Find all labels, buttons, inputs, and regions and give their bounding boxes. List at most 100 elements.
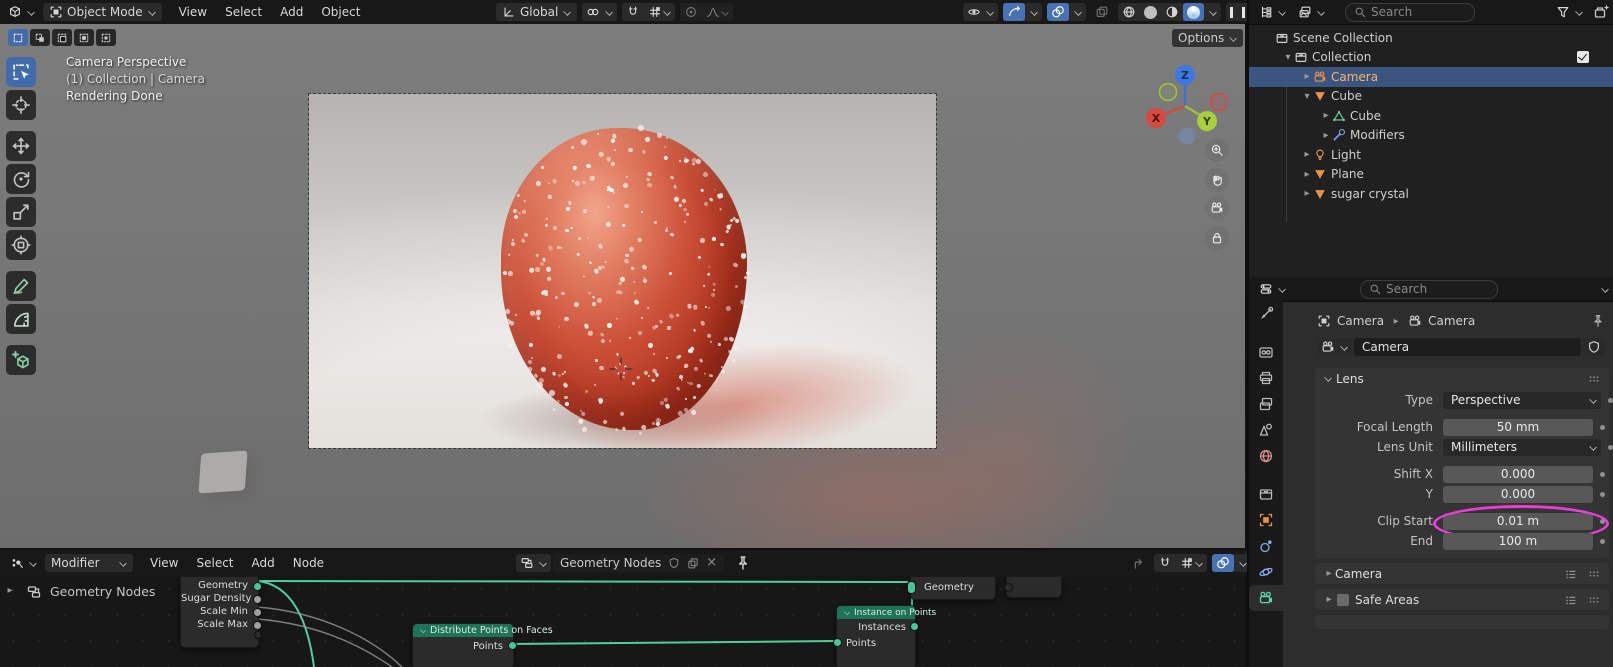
- outliner-search[interactable]: Search: [1345, 3, 1475, 22]
- animate-dot[interactable]: [1608, 398, 1613, 403]
- group-output-node[interactable]: Geometry: [910, 576, 996, 600]
- shift-x-field[interactable]: 0.000: [1443, 466, 1593, 483]
- expand-arrow[interactable]: ▸: [1301, 149, 1313, 160]
- animate-dot[interactable]: [1600, 539, 1605, 544]
- outliner-row-scene-collection[interactable]: Scene Collection: [1249, 28, 1613, 48]
- pan-view-button[interactable]: [1205, 168, 1229, 192]
- properties-tab-world[interactable]: [1249, 443, 1283, 469]
- lens-unit-field[interactable]: Millimeters: [1443, 439, 1601, 456]
- expand-arrow[interactable]: ▸: [1320, 130, 1332, 141]
- outliner-row-sugar-crystal[interactable]: ▸ sugar crystal: [1249, 184, 1613, 204]
- properties-tab-tool[interactable]: [1249, 301, 1283, 327]
- camera-datablock-browse[interactable]: [1317, 338, 1352, 356]
- clip-start-field[interactable]: 0.01 m: [1443, 513, 1593, 530]
- outliner-row-camera[interactable]: ▸ Camera: [1249, 67, 1613, 87]
- select-extend-button[interactable]: [30, 29, 50, 46]
- type-field[interactable]: Perspective: [1443, 392, 1601, 409]
- focal-length-field[interactable]: 50 mm: [1443, 419, 1593, 436]
- pin-icon[interactable]: [735, 555, 751, 571]
- properties-tab-physics[interactable]: [1249, 559, 1283, 585]
- outliner-editor-type-button[interactable]: [1255, 3, 1290, 21]
- outliner-display-mode-button[interactable]: [1294, 3, 1329, 21]
- select-tweak-button[interactable]: [8, 29, 28, 46]
- outliner-filter-button[interactable]: [1552, 3, 1587, 21]
- shading-material-button[interactable]: [1161, 3, 1183, 21]
- mode-selector[interactable]: Object Mode: [43, 3, 162, 21]
- properties-tab-collection[interactable]: [1249, 481, 1283, 507]
- visibility-dropdown[interactable]: [963, 3, 998, 21]
- scale-min-output-socket[interactable]: [253, 608, 262, 617]
- node-breadcrumb-expand[interactable]: ▸: [4, 585, 16, 596]
- properties-tab-object[interactable]: [1249, 507, 1283, 533]
- zoom-view-button[interactable]: [1205, 138, 1229, 162]
- end-field[interactable]: 100 m: [1443, 533, 1593, 550]
- animate-dot[interactable]: [1600, 425, 1605, 430]
- properties-tab-viewlayer[interactable]: [1249, 391, 1283, 417]
- tool-measure[interactable]: [6, 304, 36, 334]
- expand-arrow[interactable]: ▸: [1301, 71, 1313, 82]
- snap-toggle[interactable]: [622, 3, 644, 21]
- properties-tab-camdata[interactable]: [1249, 585, 1283, 611]
- menu-add[interactable]: Add: [271, 5, 312, 19]
- expand-arrow[interactable]: ▸: [1323, 594, 1335, 605]
- instance-on-points-node[interactable]: Instance on Points Instances Points: [836, 605, 916, 667]
- transform-orientation-dropdown[interactable]: Global: [496, 3, 577, 21]
- select-subtract-button[interactable]: [52, 29, 72, 46]
- shading-wireframe-button[interactable]: [1118, 3, 1140, 21]
- pivot-point-dropdown[interactable]: [582, 3, 617, 21]
- breadcrumb-object[interactable]: Camera: [1337, 314, 1384, 328]
- virtual-socket[interactable]: [254, 631, 262, 639]
- shading-dropdown[interactable]: [1204, 3, 1221, 21]
- select-intersect-button[interactable]: [96, 29, 116, 46]
- shading-solid-button[interactable]: [1140, 3, 1161, 21]
- expand-arrow[interactable]: ▾: [1301, 91, 1313, 102]
- animate-dot[interactable]: [1600, 519, 1605, 524]
- pin-icon[interactable]: [1591, 314, 1605, 328]
- collection-checkbox[interactable]: [1577, 51, 1589, 63]
- node-snap-dropdown[interactable]: [1176, 554, 1207, 572]
- geometry-input-socket[interactable]: [907, 581, 916, 594]
- lens-panel-header[interactable]: Lens: [1315, 368, 1609, 389]
- fake-user-icon[interactable]: [668, 557, 680, 569]
- outliner-row-light[interactable]: ▸ Light: [1249, 145, 1613, 165]
- points-input-socket[interactable]: [833, 638, 842, 647]
- menu-select[interactable]: Select: [187, 556, 242, 570]
- properties-tab-render[interactable]: [1249, 339, 1283, 365]
- animate-dot[interactable]: [1600, 472, 1605, 477]
- expand-arrow[interactable]: ▸: [1320, 110, 1332, 121]
- gizmos-dropdown[interactable]: [1025, 3, 1042, 21]
- select-invert-button[interactable]: [74, 29, 94, 46]
- sugar-density-output-socket[interactable]: [253, 595, 262, 604]
- menu-add[interactable]: Add: [243, 556, 284, 570]
- tool-cursor[interactable]: [6, 90, 36, 120]
- node-editor-canvas[interactable]: ▸ Geometry Nodes Geometry Sugar Density Sc…: [0, 576, 1245, 667]
- camera-view-button[interactable]: [1205, 196, 1229, 220]
- y-field[interactable]: 0.000: [1443, 486, 1593, 503]
- outliner-row-cube[interactable]: ▸ Cube: [1249, 106, 1613, 126]
- expand-arrow[interactable]: ▸: [1301, 188, 1313, 199]
- breadcrumb-data[interactable]: Camera: [1428, 314, 1475, 328]
- tool-rotate[interactable]: [6, 164, 36, 194]
- unlink-icon[interactable]: ×: [706, 558, 717, 568]
- node-tree-mode-dropdown[interactable]: Modifier: [45, 554, 133, 572]
- outliner-row-modifiers[interactable]: ▸ Modifiers: [1249, 126, 1613, 146]
- snap-to-dropdown[interactable]: [644, 3, 675, 21]
- expand-arrow[interactable]: ▸: [1323, 568, 1335, 579]
- lock-view-button[interactable]: [1205, 226, 1229, 250]
- node-tree-name-field[interactable]: Geometry Nodes: [560, 556, 661, 570]
- go-to-parent-node-tree[interactable]: [1127, 554, 1149, 572]
- navigation-gizmo[interactable]: Z X Y: [1143, 60, 1227, 144]
- unlabeled-input-socket[interactable]: [1004, 583, 1013, 592]
- new-datablock-icon[interactable]: [687, 557, 699, 569]
- animate-dot[interactable]: [1608, 445, 1613, 450]
- menu-object[interactable]: Object: [312, 5, 369, 19]
- node-datablock-browse[interactable]: [516, 554, 551, 572]
- properties-tab-output[interactable]: [1249, 365, 1283, 391]
- tool-add-cube[interactable]: [6, 345, 36, 375]
- falloff-dropdown[interactable]: [702, 3, 733, 21]
- fake-user-button[interactable]: [1583, 338, 1605, 356]
- node-snap-toggle[interactable]: [1154, 554, 1176, 572]
- shading-rendered-button[interactable]: [1183, 3, 1204, 21]
- properties-tab-constraint[interactable]: [1249, 533, 1283, 559]
- new-collection-icon[interactable]: [1593, 4, 1609, 20]
